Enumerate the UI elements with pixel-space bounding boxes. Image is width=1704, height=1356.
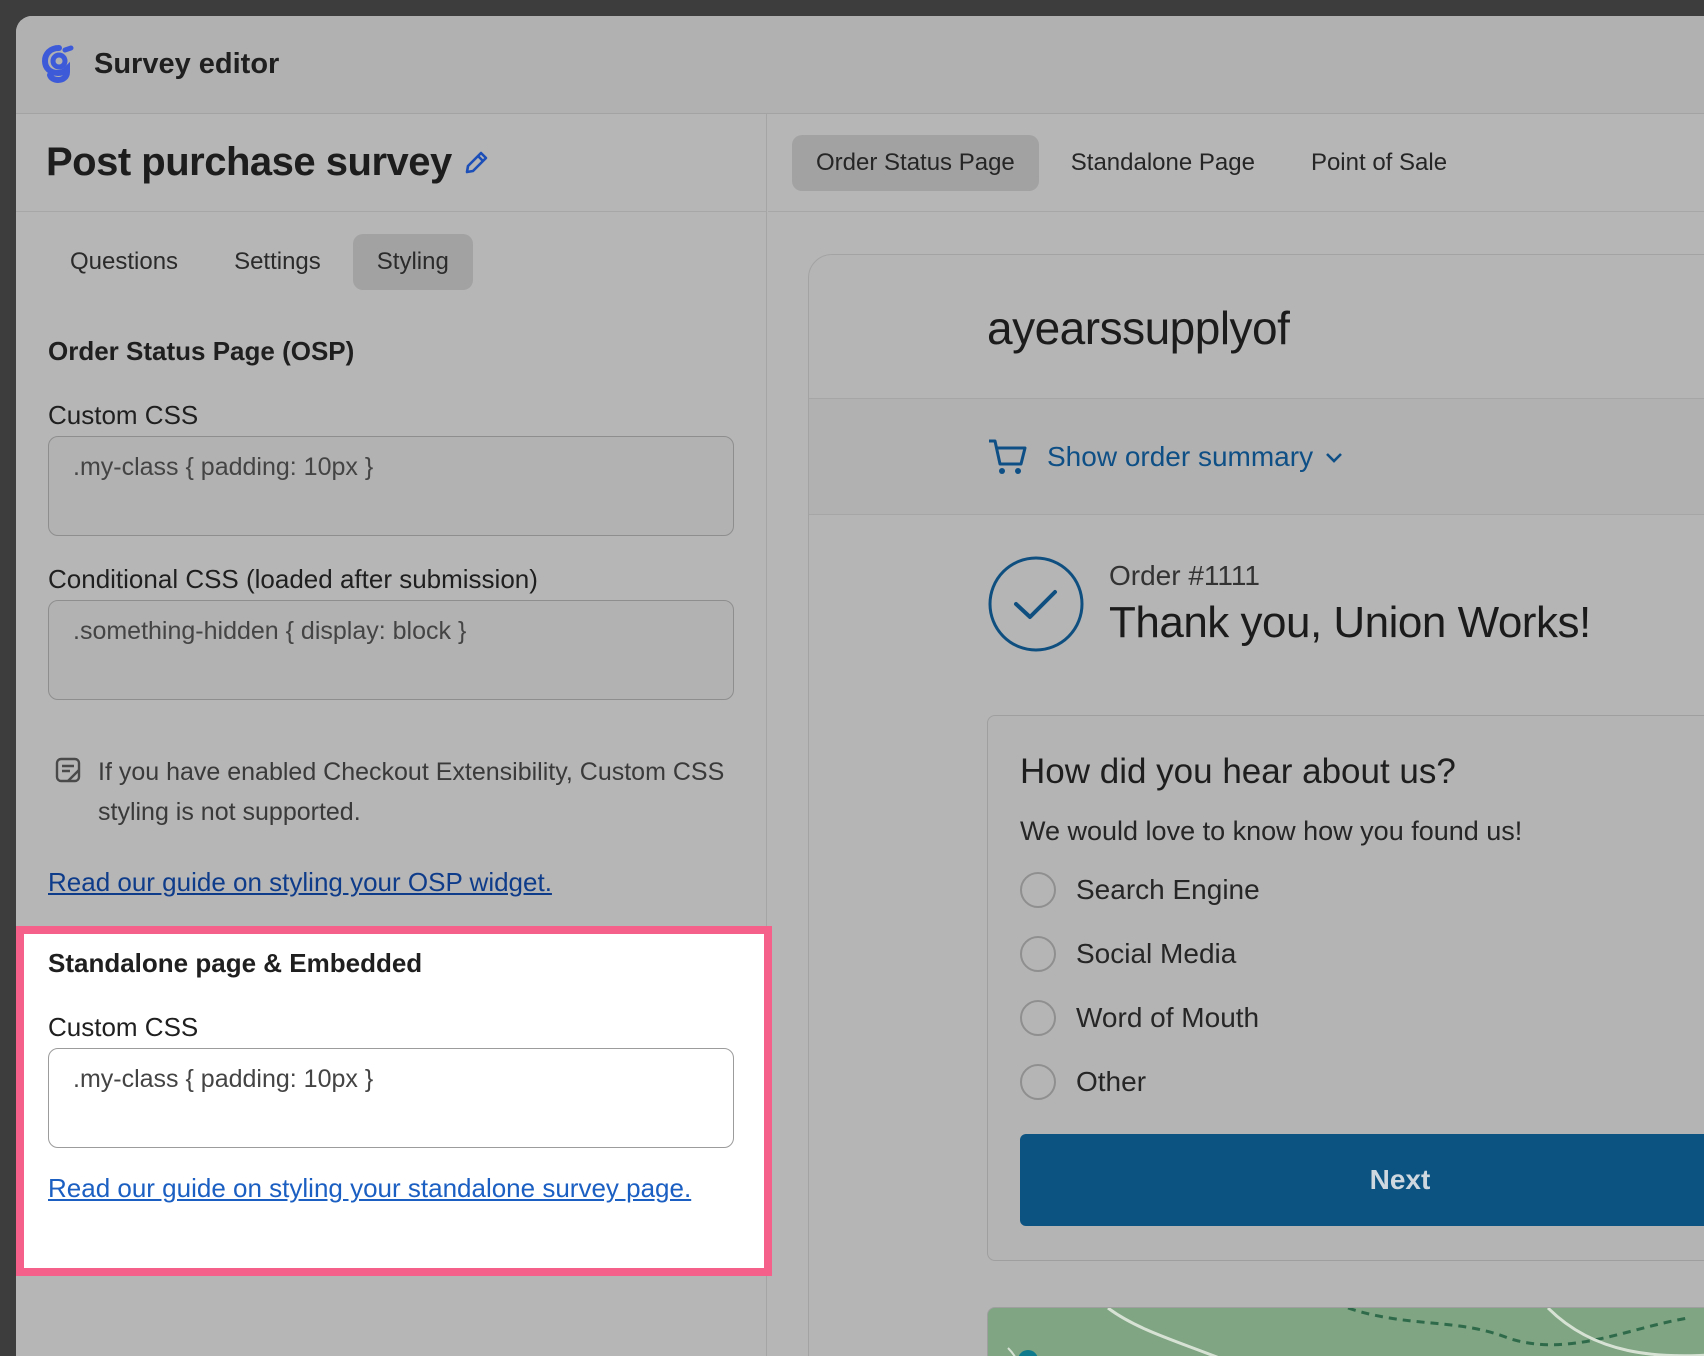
standalone-custom-css-input[interactable]: .my-class { padding: 10px } (48, 1048, 734, 1148)
survey-header: Post purchase survey (16, 114, 766, 212)
editor-panel: Post purchase survey Questions Settings … (16, 114, 772, 1356)
order-summary-label: Show order summary (1047, 440, 1314, 472)
preview-panel: Order Status Page Standalone Page Point … (768, 114, 1704, 1356)
order-status-preview: ayearssupplyof Show order summary Order … (808, 254, 1704, 1356)
note-text: If you have enabled Checkout Extensibili… (98, 758, 725, 826)
option-label: Social Media (1076, 938, 1237, 969)
option-search-engine[interactable]: Search Engine (1020, 872, 1260, 908)
channel-tabs: Order Status Page Standalone Page Point … (768, 114, 1704, 212)
tab-settings[interactable]: Settings (210, 234, 345, 290)
order-summary-toggle[interactable]: Show order summary (809, 399, 1704, 515)
tab-order-status-page[interactable]: Order Status Page (792, 134, 1039, 191)
cart-icon (989, 439, 1027, 474)
next-button[interactable]: Next (1020, 1134, 1704, 1226)
standalone-section: Standalone page & Embedded Custom CSS .m… (16, 926, 772, 1276)
title-bar: Survey editor (16, 16, 1704, 114)
radio-button[interactable] (1020, 1064, 1056, 1100)
note-icon (55, 757, 81, 783)
option-label: Word of Mouth (1076, 1002, 1260, 1033)
tab-styling[interactable]: Styling (352, 234, 473, 290)
osp-conditional-css-label: Conditional CSS (loaded after submission… (48, 564, 538, 594)
radio-button[interactable] (1020, 872, 1056, 908)
option-label: Other (1076, 1066, 1147, 1097)
standalone-guide-link[interactable]: Read our guide on styling your standalon… (48, 1168, 708, 1208)
osp-custom-css-input[interactable]: .my-class { padding: 10px } (48, 436, 734, 536)
pencil-icon[interactable] (462, 149, 490, 177)
map-preview (987, 1307, 1704, 1356)
app-window: Survey editor Post purchase survey Quest… (16, 16, 1704, 1356)
option-label: Search Engine (1076, 874, 1260, 905)
tab-questions[interactable]: Questions (46, 234, 202, 290)
osp-custom-css-label: Custom CSS (48, 400, 199, 430)
standalone-custom-css-label: Custom CSS (48, 1012, 199, 1042)
radio-button[interactable] (1020, 936, 1056, 972)
option-word-of-mouth[interactable]: Word of Mouth (1020, 1000, 1259, 1036)
check-circle-icon (988, 556, 1084, 652)
editor-tabs: Questions Settings Styling (46, 234, 473, 290)
osp-heading: Order Status Page (OSP) (48, 336, 355, 366)
osp-guide-link[interactable]: Read our guide on styling your OSP widge… (48, 862, 552, 902)
option-other[interactable]: Other (1020, 1064, 1146, 1100)
standalone-heading: Standalone page & Embedded (48, 948, 423, 978)
order-number: Order #1111 (1109, 560, 1260, 591)
option-social-media[interactable]: Social Media (1020, 936, 1236, 972)
app-title: Survey editor (94, 48, 280, 80)
thank-you-message: Thank you, Union Works! (1109, 598, 1591, 647)
osp-conditional-css-input[interactable]: .something-hidden { display: block } (48, 600, 734, 700)
survey-widget: How did you hear about us? We would love… (987, 715, 1704, 1261)
checkout-extensibility-note: If you have enabled Checkout Extensibili… (54, 752, 744, 832)
tab-standalone-page[interactable]: Standalone Page (1047, 135, 1279, 191)
radio-button[interactable] (1020, 1000, 1056, 1036)
shop-header: ayearssupplyof (809, 255, 1704, 399)
survey-title: Post purchase survey (46, 140, 452, 184)
map-roads (1007, 1308, 1704, 1356)
shop-name: ayearssupplyof (987, 302, 1290, 354)
app-logo-icon (42, 44, 74, 83)
tab-point-of-sale[interactable]: Point of Sale (1287, 135, 1471, 191)
chevron-down-icon (1326, 452, 1343, 463)
survey-question: How did you hear about us? (1020, 752, 1456, 791)
order-confirmation: Order #1111 Thank you, Union Works! (987, 555, 1591, 653)
survey-subtitle: We would love to know how you found us! (1020, 816, 1523, 846)
